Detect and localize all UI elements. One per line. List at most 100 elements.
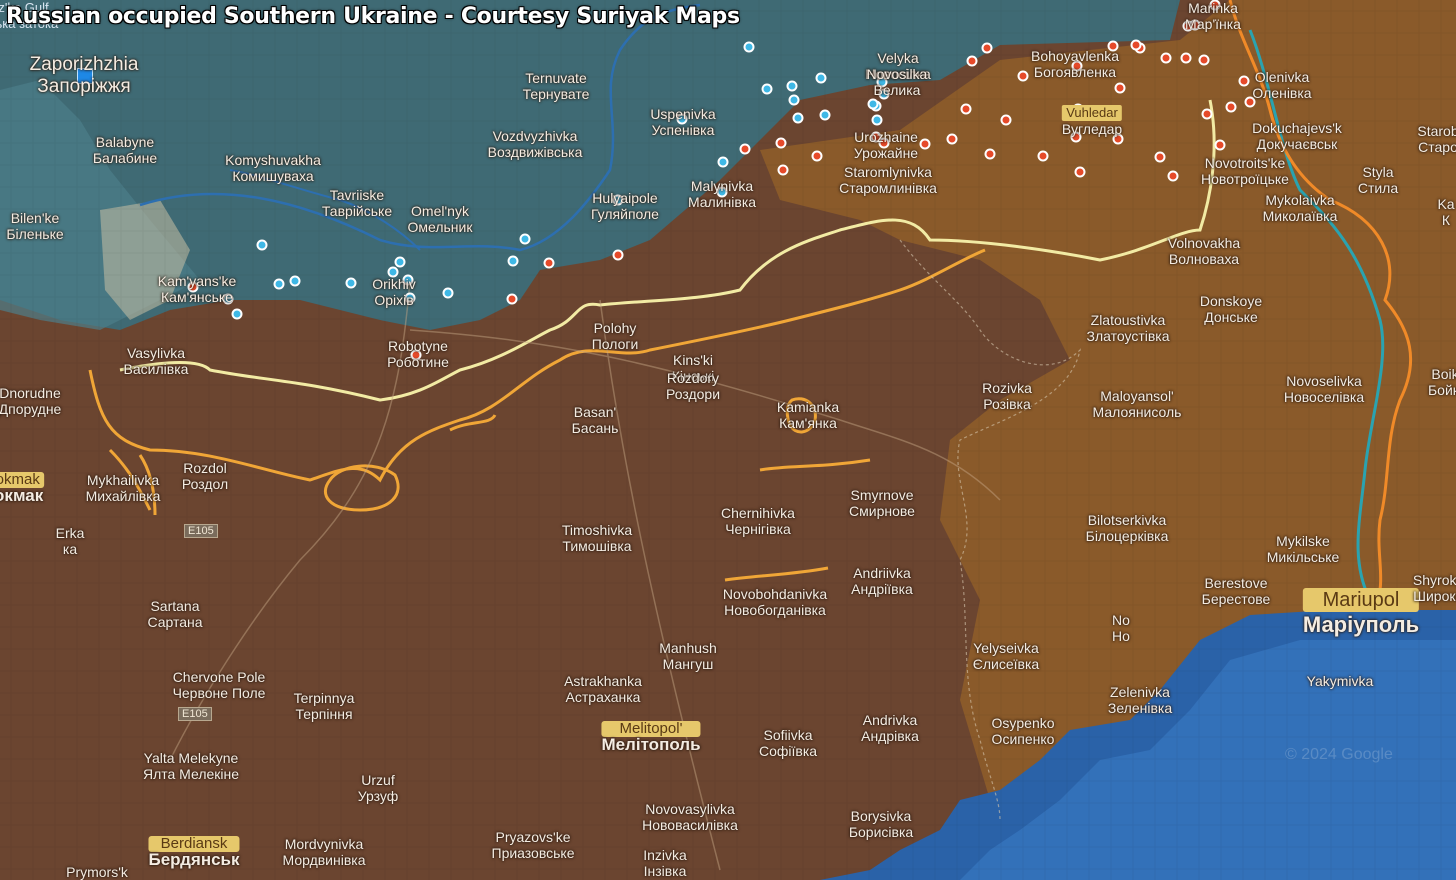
place-name-cyrillic: Мар'їнка bbox=[1185, 16, 1241, 32]
white-ring-dot-icon bbox=[984, 148, 996, 160]
place-label: Malynivka Малинівка bbox=[688, 178, 756, 210]
place-label: Starob Старо bbox=[1417, 123, 1456, 155]
place-name-cyrillic: Запоріжжя bbox=[37, 76, 131, 97]
place-name-latin: Maloyansol' bbox=[1100, 388, 1174, 404]
place-name-latin: Novoselivka bbox=[1286, 373, 1362, 389]
place-name-latin: Omel'nyk bbox=[411, 203, 469, 219]
place-name-latin: Andrivka bbox=[862, 712, 918, 728]
place-name-cyrillic: Докучаєвськ bbox=[1256, 136, 1338, 152]
map-view[interactable]: Zaporizhzhia Запоріжжя Balabyne Балабине Kom… bbox=[0, 0, 1456, 880]
place-label: Terpinnya Терпіння bbox=[294, 690, 355, 722]
place-name-cyrillic: Борисівка bbox=[848, 824, 914, 840]
place-name-cyrillic: ка bbox=[62, 541, 78, 557]
place-name-latin: Bohoyavlenka bbox=[1031, 48, 1119, 64]
blue-dot-icon bbox=[717, 156, 729, 168]
place-name-latin: Orikhiv bbox=[372, 276, 416, 292]
white-ring-dot-icon bbox=[777, 164, 789, 176]
place-name-latin: Vuhledar bbox=[1061, 105, 1123, 121]
place-label: Osypenko Осипенко bbox=[991, 715, 1054, 747]
place-name-cyrillic: Маріуполь bbox=[1302, 612, 1420, 637]
place-name-cyrillic: Роздол bbox=[181, 476, 229, 492]
place-name-cyrillic: Воздвижівська bbox=[487, 144, 583, 160]
place-name-latin: Rozdory bbox=[666, 370, 720, 386]
place-name-cyrillic: К bbox=[1441, 212, 1451, 228]
blue-dot-icon bbox=[442, 287, 454, 299]
place-name-latin: Mordvynivka bbox=[284, 836, 364, 852]
place-label: Bilen'ke Біленьке bbox=[6, 210, 63, 242]
place-label: Vasylivka Василівка bbox=[124, 345, 189, 377]
place-label: Prymors'kПриморськ bbox=[61, 864, 132, 880]
white-ring-dot-icon bbox=[1154, 151, 1166, 163]
place-label: Uspenivka Успенівка bbox=[650, 106, 715, 138]
place-name-latin: Zlatoustivka bbox=[1090, 312, 1166, 328]
white-ring-dot-icon bbox=[1114, 82, 1126, 94]
blue-dot-icon bbox=[743, 41, 755, 53]
place-label: Rozdory Роздори bbox=[666, 370, 720, 402]
white-ring-dot-icon bbox=[1167, 170, 1179, 182]
orange-dot-icon bbox=[543, 257, 555, 269]
place-name-latin: Komyshuvakha bbox=[225, 152, 321, 168]
place-label: No Но bbox=[1112, 612, 1130, 644]
place-label: Zaporizhzhia Запоріжжя bbox=[30, 54, 139, 98]
place-label: Berestove Берестове bbox=[1202, 575, 1271, 607]
place-name-latin: Uspenivka bbox=[650, 106, 716, 122]
place-name-cyrillic: Успенівка bbox=[651, 122, 715, 138]
place-name-latin: Terpinnya bbox=[293, 690, 355, 706]
place-label: BoikБойкі bbox=[1428, 366, 1456, 398]
place-name-cyrillic: Тернувате bbox=[522, 86, 590, 102]
place-name-latin: Ka bbox=[1437, 196, 1455, 212]
place-label: Berdiansk Бердянськ bbox=[148, 836, 240, 868]
place-name-latin: Timoshivka bbox=[561, 522, 633, 538]
place-name-latin: Mykilske bbox=[1276, 533, 1330, 549]
place-label: Maloyansol' Малоянисоль bbox=[1093, 388, 1182, 420]
place-name-cyrillic: Єлисеївка bbox=[972, 656, 1040, 672]
place-name-cyrillic: Старо bbox=[1418, 139, 1456, 155]
place-name-latin: Urozhaine bbox=[854, 129, 918, 145]
map-title: Russian occupied Southern Ukraine - Cour… bbox=[6, 4, 740, 29]
place-name-cyrillic: Берестове bbox=[1201, 591, 1271, 607]
place-name-latin: Staromlynivka bbox=[844, 164, 932, 180]
white-ring-dot-icon bbox=[1201, 108, 1213, 120]
blue-dot-icon bbox=[815, 72, 827, 84]
blue-dot-icon bbox=[394, 256, 406, 268]
place-name-cyrillic: Астраханка bbox=[565, 689, 641, 705]
place-label: Dnorudne Дпорудне bbox=[0, 385, 61, 417]
place-name-cyrillic: Тимошівка bbox=[562, 538, 632, 554]
place-label: TokmakТокмак bbox=[0, 472, 44, 504]
blue-dot-icon bbox=[761, 83, 773, 95]
place-name-latin: Osypenko bbox=[991, 715, 1055, 731]
place-name-latin: Styla bbox=[1362, 164, 1394, 180]
place-label: Andrivka Андрівка bbox=[861, 712, 919, 744]
place-label: Dokuchajevs'k Докучаєвськ bbox=[1252, 120, 1342, 152]
place-name-latin: Vasylivka bbox=[126, 345, 186, 361]
place-label: Styla Стила bbox=[1358, 164, 1398, 196]
place-name-cyrillic: Широкине bbox=[1413, 588, 1456, 604]
place-name-cyrillic: Микільське bbox=[1266, 549, 1340, 565]
white-ring-dot-icon bbox=[1225, 101, 1237, 113]
place-label: Ternuvate Тернувате bbox=[523, 70, 590, 102]
place-name-cyrillic: Комишуваха bbox=[232, 168, 314, 184]
place-name-latin: Novosilka bbox=[866, 66, 928, 82]
white-ring-dot-icon bbox=[1017, 70, 1029, 82]
place-name-latin: Mykhailivka bbox=[86, 472, 160, 488]
place-name-cyrillic: Урзуф bbox=[357, 788, 399, 804]
place-name-latin: Kins'ki bbox=[672, 352, 714, 368]
place-label: Staromlynivka Старомлинівка bbox=[839, 164, 937, 196]
white-ring-dot-icon bbox=[775, 137, 787, 149]
place-name-cyrillic: Інзівка bbox=[643, 863, 687, 879]
place-name-latin: Volnovakha bbox=[1167, 235, 1241, 251]
place-label: Komyshuvakha Комишуваха bbox=[225, 152, 321, 184]
place-name-cyrillic: Токмак bbox=[0, 486, 44, 505]
place-name-latin: Velyka bbox=[877, 50, 919, 66]
place-name-cyrillic: Вугледар bbox=[1061, 121, 1123, 137]
place-name-cyrillic: Стила bbox=[1357, 180, 1399, 196]
place-name-cyrillic: Чернігівка bbox=[725, 521, 791, 537]
place-name-cyrillic: Біленьке bbox=[6, 226, 64, 242]
blue-dot-icon bbox=[867, 98, 879, 110]
place-name-latin: Basan' bbox=[573, 404, 617, 420]
place-label: Urzuf Урзуф bbox=[358, 772, 399, 804]
place-name-cyrillic: Малоянисоль bbox=[1092, 404, 1182, 420]
place-name-latin: Chervone Pole bbox=[172, 669, 266, 685]
place-label: Mykilske Микільське bbox=[1267, 533, 1340, 565]
place-label: Urozhaine Урожайне bbox=[854, 129, 918, 161]
